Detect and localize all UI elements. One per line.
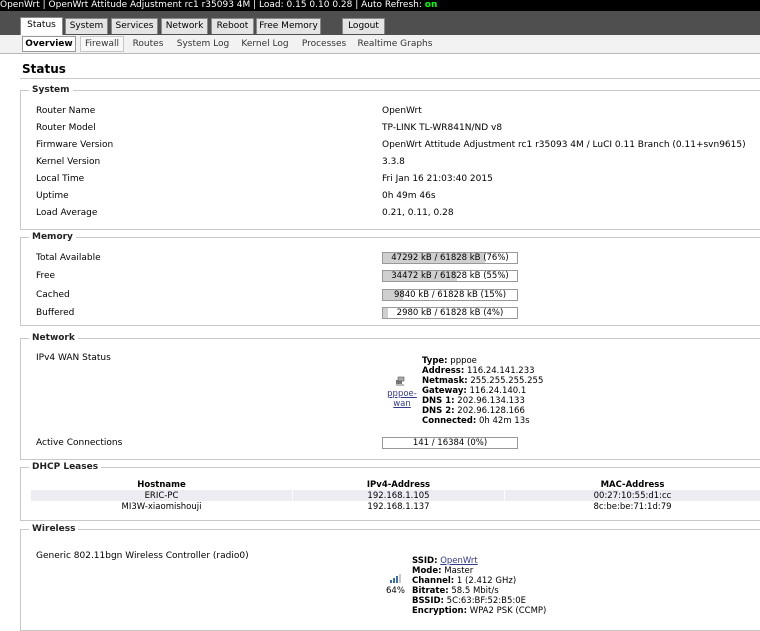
subtab-routes[interactable]: Routes [128,37,168,51]
total-available-label: Total Available [36,253,101,263]
router-name-value: OpenWrt [382,106,422,116]
subtab-system-log[interactable]: System Log [174,37,232,51]
buffered-label: Buffered [36,308,74,318]
router-model-value: TP-LINK TL-WR841N/ND v8 [382,123,502,133]
cached-label: Cached [36,290,70,300]
ipv4-cell: 192.168.1.105 [293,490,505,501]
hostname-cell: ERIC-PC [31,490,293,501]
wan-dns1: DNS 1: 202.96.134.133 [422,396,543,406]
wan-address: Address: 116.24.141.233 [422,366,543,376]
page-title: Status [22,62,66,76]
buffered-bar: 2980 kB / 61828 kB (4%) [382,307,518,319]
wireless-legend: Wireless [29,524,78,535]
kernel-version-value: 3.3.8 [382,157,405,167]
iface-name-line2: wan [384,399,420,409]
wan-netmask: Netmask: 255.255.255.255 [422,376,543,386]
active-connections-label: Active Connections [36,438,122,448]
bar-text: 47292 kB / 61828 kB (76%) [383,253,517,263]
router-name-label: Router Name [36,106,95,116]
subtab-realtime-graphs[interactable]: Realtime Graphs [356,37,434,51]
wireless-device-label: Generic 802.11bgn Wireless Controller (r… [36,551,249,561]
dhcp-leases-table: Hostname IPv4-Address MAC-Address ERIC-P… [31,479,760,512]
wan-dns2: DNS 2: 202.96.128.166 [422,406,543,416]
auto-refresh-toggle[interactable]: on [425,0,438,10]
table-header-row: Hostname IPv4-Address MAC-Address [31,479,760,490]
col-mac-address: MAC-Address [505,479,760,490]
ipv4-cell: 192.168.1.137 [293,501,505,512]
router-model-label: Router Model [36,123,96,133]
pppoe-wan-link[interactable]: pppoe- wan [384,389,420,409]
mac-cell: 00:27:10:55:d1:cc [505,490,760,501]
total-available-bar: 47292 kB / 61828 kB (76%) [382,252,518,264]
free-bar: 34472 kB / 61828 kB (55%) [382,270,518,282]
wan-gateway: Gateway: 116.24.140.1 [422,386,543,396]
active-connections-bar: 141 / 16384 (0%) [382,437,518,449]
wifi-ssid: SSID: OpenWrt [412,556,546,566]
network-interface-icon [395,375,406,386]
sub-nav: Overview Firewall Routes System Log Kern… [0,35,760,54]
ssid-link[interactable]: OpenWrt [440,556,478,566]
subtab-processes[interactable]: Processes [298,37,350,51]
network-legend: Network [29,333,78,344]
uptime-value: 0h 49m 46s [382,191,436,201]
hostname-cell: MI3W-xiaomishouji [31,501,293,512]
kernel-version-label: Kernel Version [36,157,100,167]
tab-reboot[interactable]: Reboot [211,18,254,34]
tab-free-memory[interactable]: Free Memory [256,18,321,34]
subtab-kernel-log[interactable]: Kernel Log [238,37,292,51]
bar-text: 9840 kB / 61828 kB (15%) [383,290,517,300]
table-row: ERIC-PC 192.168.1.105 00:27:10:55:d1:cc [31,490,760,501]
local-time-label: Local Time [36,174,84,184]
firmware-version-label: Firmware Version [36,140,113,150]
wan-connected: Connected: 0h 42m 13s [422,416,543,426]
tab-network[interactable]: Network [161,18,208,34]
signal-percent: 64% [386,586,405,596]
load-average-value: 0.21, 0.11, 0.28 [382,208,454,218]
tab-logout[interactable]: Logout [342,18,385,34]
bar-text: 34472 kB / 61828 kB (55%) [383,271,517,281]
tab-system[interactable]: System [65,18,108,34]
system-legend: System [29,85,73,96]
wan-info: Type: pppoe Address: 116.24.141.233 Netm… [422,356,543,426]
wifi-channel: Channel: 1 (2.412 GHz) [412,576,546,586]
wireless-info: SSID: OpenWrt Mode: Master Channel: 1 (2… [412,556,546,616]
firmware-version-value: OpenWrt Attitude Adjustment rc1 r35093 4… [382,140,746,150]
local-time-value: Fri Jan 16 21:03:40 2015 [382,174,493,184]
signal-strength-icon [390,573,402,583]
top-status-text: OpenWrt | OpenWrt Attitude Adjustment rc… [0,0,425,10]
col-hostname: Hostname [31,479,293,490]
wifi-bssid: BSSID: 5C:63:BF:52:B5:0E [412,596,546,606]
dhcp-legend: DHCP Leases [29,462,101,473]
main-nav: Status System Services Network Reboot Fr… [0,11,760,35]
title-divider [20,78,760,79]
table-row: MI3W-xiaomishouji 192.168.1.137 8c:be:be… [31,501,760,512]
subtab-overview[interactable]: Overview [22,36,76,52]
top-status-bar: OpenWrt | OpenWrt Attitude Adjustment rc… [0,0,760,11]
subtab-firewall[interactable]: Firewall [80,36,124,52]
col-ipv4-address: IPv4-Address [293,479,505,490]
wifi-encryption: Encryption: WPA2 PSK (CCMP) [412,606,546,616]
free-label: Free [36,271,55,281]
tab-status[interactable]: Status [20,17,63,36]
bar-text: 141 / 16384 (0%) [383,438,517,448]
wifi-bitrate: Bitrate: 58.5 Mbit/s [412,586,546,596]
mac-cell: 8c:be:be:71:1d:79 [505,501,760,512]
bar-text: 2980 kB / 61828 kB (4%) [383,308,517,318]
cached-bar: 9840 kB / 61828 kB (15%) [382,289,518,301]
load-average-label: Load Average [36,208,97,218]
ipv4-wan-status-label: IPv4 WAN Status [36,353,111,363]
wifi-mode: Mode: Master [412,566,546,576]
wan-type: Type: pppoe [422,356,543,366]
iface-name-line1: pppoe- [384,389,420,399]
uptime-label: Uptime [36,191,69,201]
tab-services[interactable]: Services [111,18,158,34]
memory-legend: Memory [29,232,76,243]
